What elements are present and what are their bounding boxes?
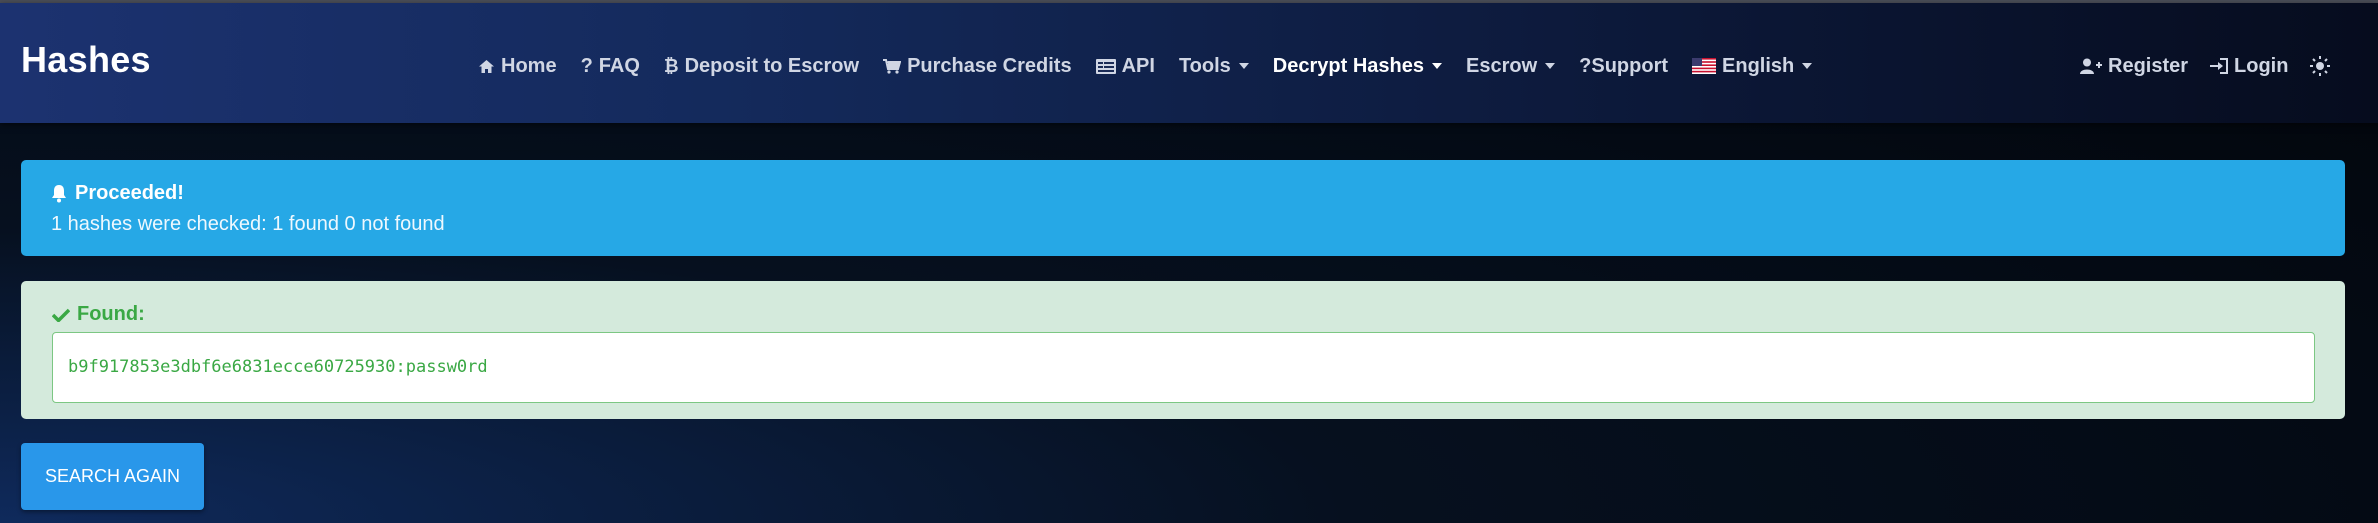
nav-support-label: ?Support (1579, 54, 1669, 77)
proceeded-alert: Proceeded! 1 hashes were checked: 1 foun… (21, 160, 2345, 256)
search-again-button[interactable]: SEARCH AGAIN (21, 443, 204, 510)
nav-deposit-escrow[interactable]: ₿ Deposit to Escrow (664, 55, 859, 78)
nav-home[interactable]: Home (478, 55, 557, 78)
alert-message: 1 hashes were checked: 1 found 0 not fou… (51, 213, 445, 235)
alert-title-text: Proceeded! (75, 182, 184, 204)
nav-decrypt-label: Decrypt Hashes (1272, 54, 1424, 77)
found-title-text: Found: (77, 303, 145, 325)
nav-faq-label: FAQ (598, 54, 640, 77)
question-icon: ? (580, 54, 593, 77)
us-flag-icon (1692, 58, 1717, 74)
nav-api-label: API (1121, 54, 1155, 77)
nav-support[interactable]: ?Support (1579, 55, 1668, 78)
nav-language-label: English (1722, 54, 1795, 77)
chevron-down-icon (1802, 63, 1813, 69)
found-panel: Found: b9f917853e3dbf6e6831ecce60725930:… (21, 281, 2345, 419)
nav-tools-dropdown[interactable]: Tools (1179, 55, 1249, 78)
nav-purchase-label: Purchase Credits (907, 54, 1072, 77)
cart-icon (883, 58, 902, 74)
bell-icon (52, 184, 66, 202)
check-icon (52, 308, 70, 322)
found-result-field[interactable]: b9f917853e3dbf6e6831ecce60725930:passw0r… (52, 332, 2315, 403)
bitcoin-icon: ₿ (663, 55, 679, 76)
nav-api[interactable]: API (1095, 54, 1155, 78)
nav-register[interactable]: Register (2080, 55, 2188, 78)
api-icon (1095, 58, 1116, 74)
nav-escrow-label: Escrow (1465, 54, 1538, 77)
nav-purchase-credits[interactable]: Purchase Credits (883, 55, 1072, 78)
chevron-down-icon (1431, 63, 1442, 69)
nav-login[interactable]: Login (2210, 55, 2288, 78)
chevron-down-icon (1545, 63, 1556, 69)
nav-decrypt-hashes-dropdown[interactable]: Decrypt Hashes (1273, 55, 1442, 78)
nav-tools-label: Tools (1178, 54, 1231, 77)
nav-register-label: Register (2108, 54, 2189, 77)
nav-faq[interactable]: ? FAQ (581, 55, 640, 78)
nav-deposit-label: Deposit to Escrow (684, 54, 860, 77)
home-icon (479, 59, 494, 73)
sign-in-icon (2210, 58, 2229, 74)
alert-title: Proceeded! (51, 182, 2315, 205)
user-plus-icon (2080, 58, 2102, 74)
account-nav: Register Login (2080, 51, 2352, 81)
nav-escrow-dropdown[interactable]: Escrow (1465, 54, 1556, 78)
sun-icon (2310, 56, 2331, 76)
nav-login-label: Login (2234, 54, 2289, 77)
brand-logo[interactable]: Hashes (21, 39, 151, 81)
found-title: Found: (52, 303, 2314, 326)
nav-language-dropdown[interactable]: English (1692, 54, 1813, 78)
theme-toggle[interactable] (2310, 56, 2331, 76)
chevron-down-icon (1238, 63, 1249, 69)
navbar: Hashes Home ? FAQ ₿ Deposit to Escrow Pu… (0, 3, 2378, 123)
main-nav: Home ? FAQ ₿ Deposit to Escrow Purchase … (478, 51, 1836, 81)
nav-home-label: Home (501, 54, 557, 77)
